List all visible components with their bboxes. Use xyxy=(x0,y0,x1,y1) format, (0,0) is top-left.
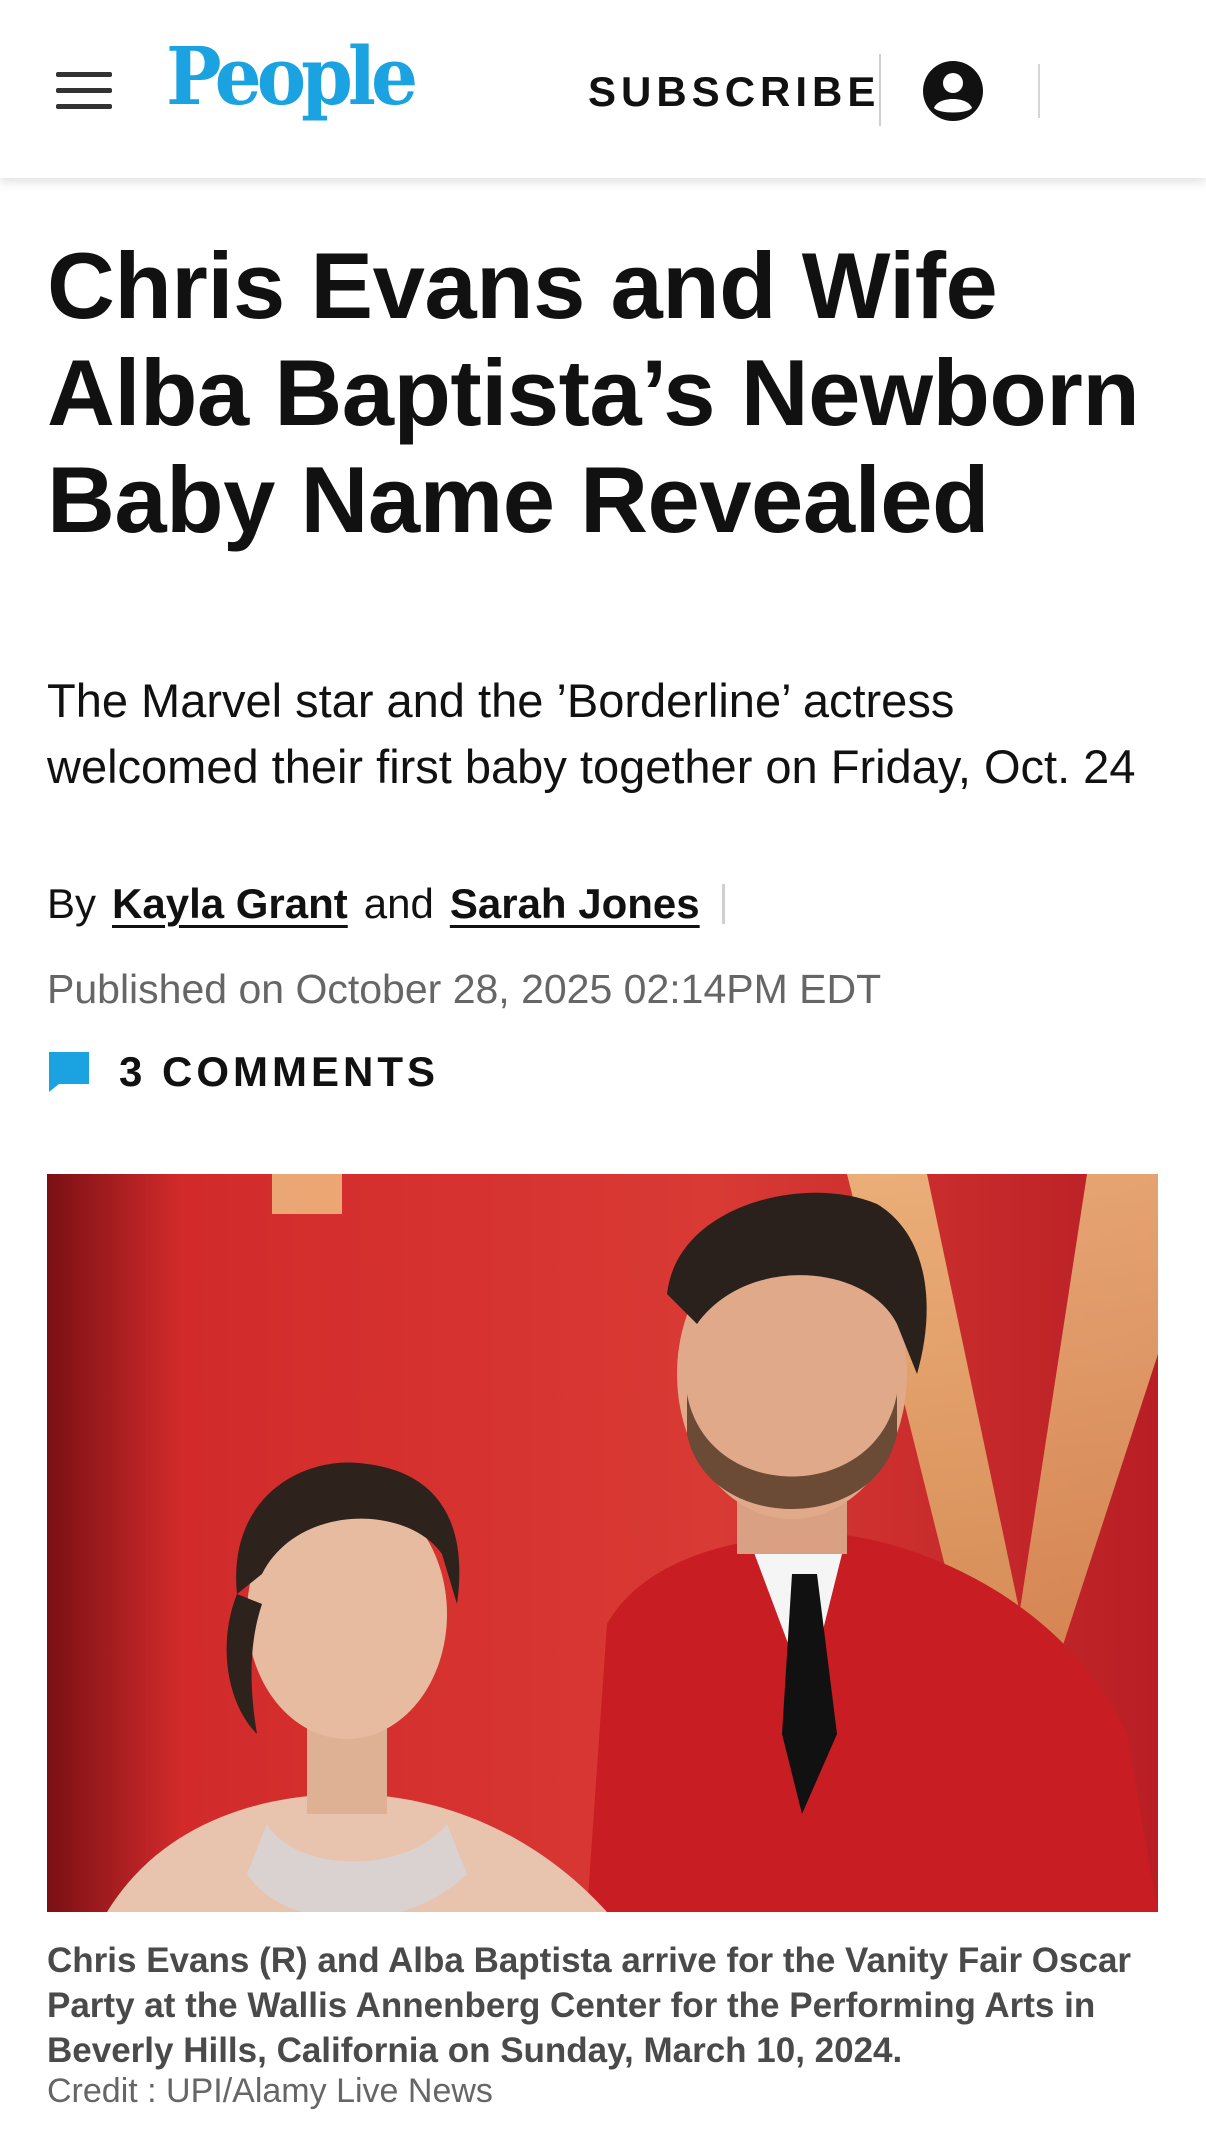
byline: By Kayla Grant and Sarah Jones xyxy=(47,880,725,928)
people-logo[interactable]: People xyxy=(166,37,418,117)
comments-link[interactable]: 3 COMMENTS xyxy=(47,1048,439,1096)
publish-date: Published on October 28, 2025 02:14PM ED… xyxy=(47,966,882,1012)
comment-icon xyxy=(49,1052,89,1092)
site-header: People SUBSCRIBE xyxy=(0,0,1206,178)
byline-divider xyxy=(721,884,725,924)
comments-count-label: 3 COMMENTS xyxy=(119,1048,440,1095)
article-headline: Chris Evans and Wife Alba Baptista’s New… xyxy=(47,233,1140,552)
byline-conjunction: and xyxy=(363,880,434,927)
author-link-kayla-grant[interactable]: Kayla Grant xyxy=(112,880,348,928)
author-link-sarah-jones[interactable]: Sarah Jones xyxy=(450,880,700,928)
header-divider xyxy=(1038,64,1040,118)
subscribe-button[interactable]: SUBSCRIBE xyxy=(588,68,880,116)
header-divider xyxy=(879,54,881,126)
hamburger-menu-icon[interactable] xyxy=(56,72,112,110)
article-dek: The Marvel star and the ’Borderline’ act… xyxy=(47,674,1136,793)
photo-credit: Credit : UPI/Alamy Live News xyxy=(47,2072,493,2110)
article-photo xyxy=(47,1174,1158,1912)
account-icon[interactable] xyxy=(922,60,984,122)
byline-prefix: By xyxy=(47,880,97,927)
photo-caption: Chris Evans (R) and Alba Baptista arrive… xyxy=(47,1941,1132,2070)
